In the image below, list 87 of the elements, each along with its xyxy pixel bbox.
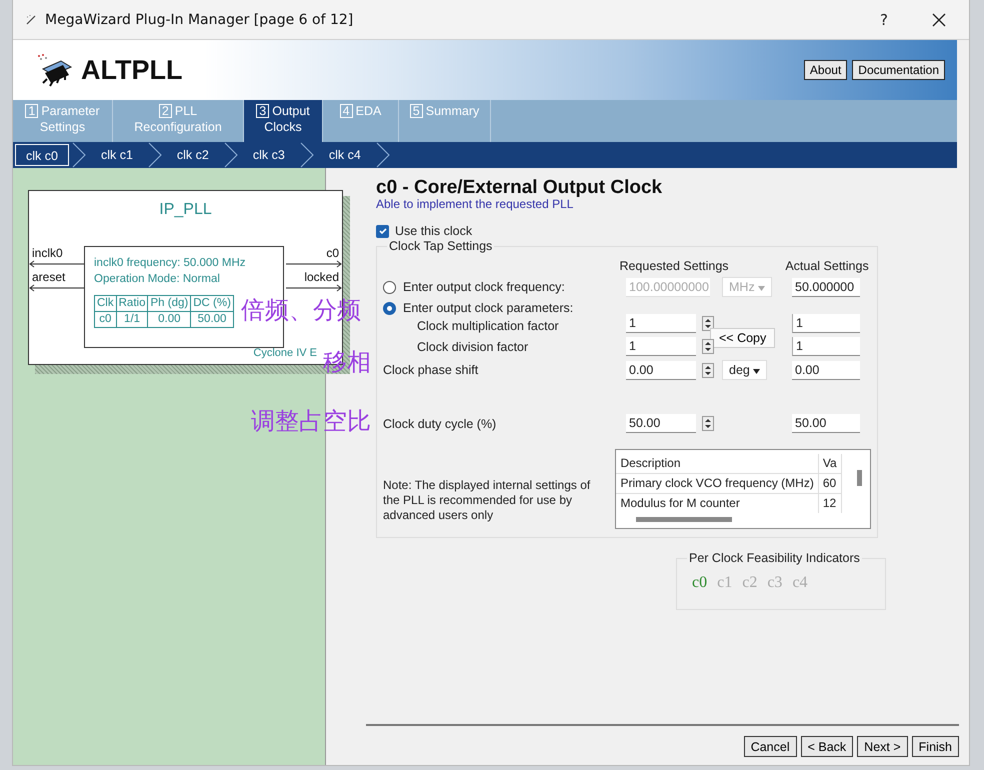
actual-field: 1 [792,314,860,333]
copy-button[interactable]: << Copy [710,328,776,348]
spin-button[interactable] [702,339,714,354]
radio-label: Enter output clock parameters: [403,301,574,315]
table-cell: 0.00 [148,312,191,328]
field-label: Clock multiplication factor [416,319,560,333]
input-pin-label: inclk0 [32,247,63,260]
scrollbar-thumb[interactable] [857,470,862,486]
clock-tab[interactable]: clk c1 [88,144,145,166]
info-line: Operation Mode: Normal [94,272,221,287]
table-cell: c0 [94,312,116,328]
note-text: Note: The displayed internal settings of the PLL is recommended for use by advanced users only [383,478,592,523]
window-title: MegaWizard Plug-In Manager [page 6 of 12] [45,12,354,28]
chevron-icon [222,142,239,168]
wizard-button[interactable]: Finish [912,736,959,757]
radio-label: Enter output clock frequency: [403,280,565,294]
spin-button[interactable] [702,416,714,431]
table-header: DC (%) [190,296,234,312]
duty-field[interactable]: 50.00 [626,414,696,433]
close-icon [932,12,946,26]
device-label: Cyclone IV E [253,347,317,359]
clock-indicator: c4 [792,574,808,592]
clock-indicator: c1 [717,574,732,592]
phase-field[interactable]: 0.00 [626,360,696,380]
column-header: Requested Settings [619,259,729,273]
column-header: Va [818,454,842,474]
table-cell: Primary clock VCO frequency (MHz) [616,474,818,494]
table-cell: 50.00 [190,312,234,328]
help-button[interactable]: ? [859,0,909,38]
clock-indicator: c0 [692,574,708,592]
output-pin-label: c0 [326,247,339,260]
caret-icon [758,286,766,291]
clock-tab[interactable]: clk c4 [316,144,373,166]
field-label: Clock division factor [416,340,530,354]
chevron-icon [374,142,391,168]
clock-tab[interactable]: clk c2 [164,144,221,166]
chevron-icon [146,142,163,168]
scrollbar-thumb[interactable] [636,517,732,522]
header-button[interactable]: Documentation [852,60,945,80]
checkbox[interactable] [376,224,389,238]
table-cell: Modulus for M counter [616,494,818,513]
clock-tab[interactable]: clk c0 [15,144,69,166]
field-label: Clock phase shift [383,363,480,377]
chevron-icon [298,142,315,168]
multiplication-field[interactable]: 1 [626,314,696,333]
chevron-icon [70,142,87,168]
spin-button[interactable] [702,362,714,378]
header-button[interactable]: About [804,60,848,80]
group-title: Per Clock Feasibility Indicators [687,551,862,565]
division-field[interactable]: 1 [626,337,696,356]
actual-field: 50.00 [792,414,860,433]
table-header: Ph (dg) [148,296,191,312]
unit-dropdown[interactable]: deg [722,360,768,380]
actual-field: 1 [792,337,860,356]
status-text: Able to implement the requested PLL [376,198,574,210]
wizard-button[interactable]: Next > [857,736,908,757]
wizard-button[interactable]: Cancel [744,736,797,757]
block-name: IP_PLL [158,201,213,219]
field-label: Clock duty cycle (%) [383,416,498,430]
column-header: Description [616,454,818,474]
table-cell: 60 [818,474,842,494]
output-pin-label: locked [304,271,339,284]
clock-indicator: c3 [767,574,782,592]
table-header: Ratio [116,296,148,312]
product-name: ALTPLL [81,54,182,86]
checkbox-label: Use this clock [395,224,472,238]
wand-icon [25,14,37,26]
check-icon [378,226,388,236]
info-line: inclk0 frequency: 50.000 MHz [94,256,246,271]
spin-button[interactable] [702,316,714,331]
table-cell: 1/1 [116,312,148,328]
radio-button[interactable] [383,302,396,314]
table-header: Clk [94,296,116,312]
radio-button[interactable] [383,280,396,294]
clock-tab[interactable]: clk c3 [240,144,297,166]
step-tab[interactable]: 3 Output Clocks [244,100,323,142]
clock-indicator: c2 [742,574,758,592]
group-title: Clock Tap Settings [387,239,494,253]
wizard-button[interactable]: < Back [800,736,854,757]
input-pin-label: areset [32,271,66,284]
actual-field: 50.000000 [792,278,860,296]
table-cell: 12 [818,494,842,513]
annotation-text: 调整占空比 [251,407,371,435]
actual-field: 0.00 [792,360,860,380]
panel-title: c0 - Core/External Output Clock [376,178,664,198]
caret-icon [753,369,760,374]
column-header: Actual Settings [785,259,869,273]
